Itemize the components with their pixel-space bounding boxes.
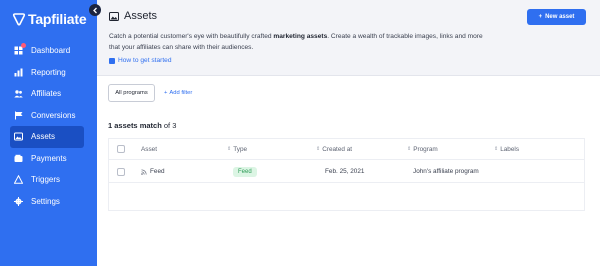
column-type[interactable]: ⇕ Type [227,139,247,159]
sidebar-item-settings[interactable]: Settings [0,191,97,213]
plus-icon: + [538,14,543,20]
sidebar-item-payments[interactable]: Payments [0,148,97,170]
program-cell: John's affiliate program [413,168,479,175]
sidebar-item-label: Assets [31,132,56,142]
type-badge: Feed [233,166,257,177]
notification-badge [21,43,26,49]
wallet-icon [14,154,23,163]
filter-row: All programs + Add filter [108,84,192,102]
sidebar-item-label: Dashboard [31,46,71,56]
image-icon [109,11,119,21]
add-filter-button[interactable]: + Add filter [164,90,192,96]
new-asset-button[interactable]: + New asset [527,9,586,25]
column-asset[interactable]: Asset [141,139,157,159]
column-program[interactable]: ⇕ Program [407,139,438,159]
sidebar-item-triggers[interactable]: Triggers [0,169,97,191]
sidebar: Tapfiliate Dashboard Reporting Affiliate… [0,0,97,266]
created-at-cell: Feb. 25, 2021 [325,168,365,175]
brand-name: Tapfiliate [28,11,87,27]
gear-icon [14,196,23,206]
column-labels[interactable]: ⇕ Labels [494,139,519,159]
table-header: Asset ⇕ Type ⇕ Created at ⇕ Program ⇕ La… [109,139,584,160]
select-all-cell [117,139,125,159]
sort-icon: ⇕ [227,146,232,152]
main-content: All programs + Add filter 1 assets match… [97,76,600,266]
how-to-get-started-link[interactable]: How to get started [109,57,172,64]
column-created-at[interactable]: ⇕ Created at [316,139,352,159]
sidebar-item-affiliates[interactable]: Affiliates [0,83,97,105]
results-count: 1 assets match of 3 [108,121,177,130]
brand-logo[interactable]: Tapfiliate [12,11,87,27]
sidebar-item-label: Triggers [31,175,61,185]
sidebar-item-reporting[interactable]: Reporting [0,62,97,84]
tapfiliate-logo-icon [12,13,26,26]
sidebar-item-label: Affiliates [31,89,62,99]
users-icon [14,89,23,98]
bar-chart-icon [14,68,23,77]
all-programs-button[interactable]: All programs [108,84,155,102]
row-checkbox[interactable] [117,167,125,176]
sidebar-item-dashboard[interactable]: Dashboard [0,40,97,62]
sidebar-nav: Dashboard Reporting Affiliates Conversio… [0,40,97,212]
plus-icon: + [164,90,168,96]
row-select-cell [117,161,125,182]
asset-name-cell[interactable]: Feed [141,161,165,182]
sort-icon: ⇕ [316,146,321,152]
page-title: Assets [124,10,158,22]
new-asset-label: New asset [545,14,575,20]
flag-icon [14,111,23,120]
help-icon [109,57,115,64]
sort-icon: ⇕ [494,146,499,152]
sort-icon: ⇕ [407,146,412,152]
chevron-left-icon [92,7,97,13]
assets-table: Asset ⇕ Type ⇕ Created at ⇕ Program ⇕ La… [108,138,585,211]
type-cell: Feed [233,161,257,182]
page-header: Assets + New asset Catch a potential cus… [97,0,600,76]
title-row: Assets [109,10,157,22]
image-icon [14,132,23,141]
page-description: Catch a potential customer's eye with be… [109,33,483,51]
table-row[interactable]: Feed Feed Feb. 25, 2021 John's affiliate… [109,161,584,183]
sidebar-item-conversions[interactable]: Conversions [0,105,97,127]
sidebar-item-label: Conversions [31,110,76,120]
select-all-checkbox[interactable] [117,145,125,153]
collapse-sidebar-button[interactable] [89,4,101,16]
sidebar-item-assets[interactable]: Assets [10,126,84,148]
warning-icon [14,175,23,184]
sidebar-item-label: Settings [31,196,60,206]
sidebar-item-label: Payments [31,153,67,163]
rss-feed-icon [141,168,147,175]
dashboard-icon [14,43,26,55]
sidebar-item-label: Reporting [31,67,66,77]
